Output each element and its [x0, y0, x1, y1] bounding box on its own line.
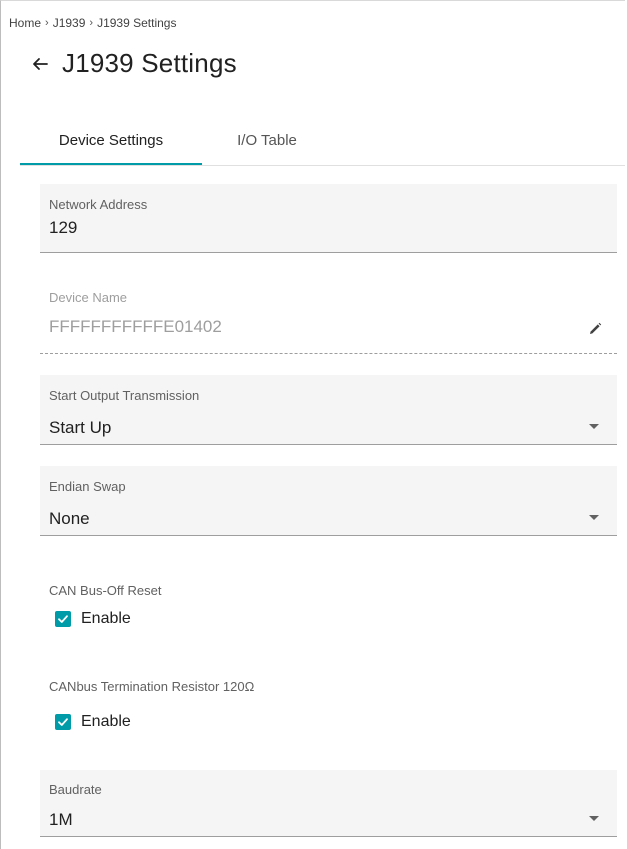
- tab-bar: Device Settings I/O Table: [20, 117, 625, 166]
- checkbox-label: Enable: [81, 713, 131, 730]
- baudrate-select[interactable]: Baudrate 1M: [40, 770, 617, 837]
- network-address-value: 129: [49, 218, 78, 237]
- can-bus-off-reset-label: CAN Bus-Off Reset: [49, 583, 162, 598]
- tab-io-table[interactable]: I/O Table: [202, 117, 332, 163]
- page-title: J1939 Settings: [32, 48, 237, 79]
- page-title-text: J1939 Settings: [62, 48, 237, 78]
- arrow-left-icon[interactable]: [32, 56, 48, 72]
- start-output-value: Start Up: [49, 418, 112, 437]
- breadcrumb-current: J1939 Settings: [97, 16, 177, 30]
- endian-swap-select[interactable]: Endian Swap None: [40, 466, 617, 536]
- device-name-label: Device Name: [49, 290, 128, 305]
- breadcrumb-home[interactable]: Home: [9, 16, 41, 30]
- start-output-label: Start Output Transmission: [49, 388, 200, 403]
- device-name-value: FFFFFFFFFFFE01402: [49, 317, 222, 336]
- baudrate-label: Baudrate: [49, 782, 102, 797]
- dropdown-caret-icon: [589, 816, 599, 821]
- network-address-label: Network Address: [49, 197, 148, 212]
- tab-device-settings[interactable]: Device Settings: [20, 117, 202, 165]
- device-name-field: Device Name FFFFFFFFFFFE01402: [40, 277, 617, 354]
- breadcrumb: Home › J1939 › J1939 Settings: [9, 16, 176, 30]
- endian-swap-label: Endian Swap: [49, 479, 126, 494]
- breadcrumb-separator: ›: [45, 17, 49, 29]
- can-bus-off-reset-checkbox[interactable]: Enable: [55, 610, 131, 628]
- dropdown-caret-icon: [589, 515, 599, 520]
- termination-resistor-label: CANbus Termination Resistor 120Ω: [49, 679, 255, 694]
- checkbox-label: Enable: [81, 610, 131, 627]
- pencil-icon[interactable]: [587, 321, 603, 337]
- network-address-field[interactable]: Network Address 129: [40, 184, 617, 253]
- breadcrumb-j1939[interactable]: J1939: [53, 16, 86, 30]
- endian-swap-value: None: [49, 509, 90, 528]
- termination-resistor-checkbox[interactable]: Enable: [55, 713, 131, 731]
- dropdown-caret-icon: [589, 424, 599, 429]
- checkbox-checked-icon[interactable]: [55, 714, 71, 730]
- breadcrumb-separator: ›: [89, 17, 94, 29]
- start-output-transmission-select[interactable]: Start Output Transmission Start Up: [40, 375, 617, 445]
- checkbox-checked-icon[interactable]: [55, 611, 71, 627]
- baudrate-value: 1M: [49, 810, 73, 829]
